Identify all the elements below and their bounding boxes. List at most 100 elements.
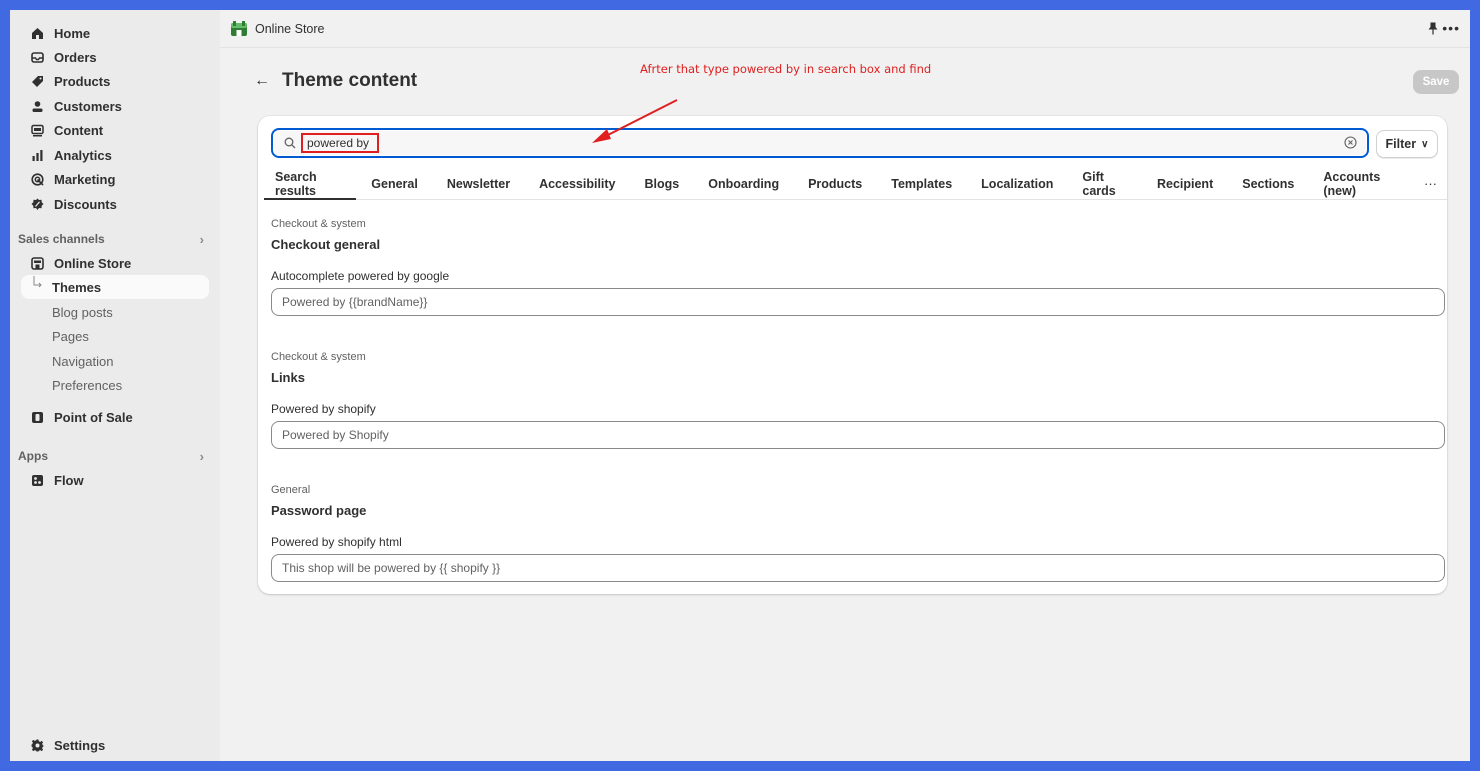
online-store-logo-icon — [231, 20, 247, 37]
result-text-field[interactable]: Powered by {{brandName}} — [271, 288, 1445, 316]
tab-accounts-new[interactable]: Accounts (new) — [1312, 168, 1410, 199]
result-group-title: Checkout general — [271, 237, 381, 252]
back-arrow-icon[interactable]: ← — [254, 72, 270, 90]
search-icon — [284, 137, 296, 152]
sidebar-item-label: Orders — [54, 49, 97, 65]
sidebar-item-label: Customers — [54, 98, 122, 114]
tab-accessibility[interactable]: Accessibility — [528, 168, 629, 199]
store-icon — [30, 256, 44, 270]
sidebar-item-pages[interactable]: Pages — [18, 324, 210, 348]
chevron-down-icon: ∨ — [1421, 138, 1429, 150]
sidebar-item-label: Marketing — [54, 171, 116, 187]
tab-recipient[interactable]: Recipient — [1146, 168, 1227, 199]
sidebar-item-home[interactable]: Home — [18, 21, 210, 45]
tab-localization[interactable]: Localization — [970, 168, 1067, 199]
save-button[interactable]: Save — [1413, 70, 1459, 94]
sidebar-item-label: Analytics — [54, 147, 112, 163]
sidebar-item-label: Flow — [54, 472, 84, 488]
page-title: Theme content — [282, 70, 418, 91]
result-text-field[interactable]: This shop will be powered by {{ shopify … — [271, 554, 1445, 582]
main-content: Online Store ••• ← Theme content Afrter … — [220, 10, 1470, 761]
app-frame: Home Orders Products Customers Content A… — [10, 10, 1470, 761]
tab-sections[interactable]: Sections — [1231, 168, 1308, 199]
sidebar-item-label: Point of Sale — [54, 409, 133, 425]
sidebar-item-label: Online Store — [54, 255, 132, 271]
sidebar-item-online-store[interactable]: Online Store — [18, 251, 210, 275]
sidebar-item-label: Discounts — [54, 196, 117, 212]
flow-icon — [30, 473, 44, 487]
tab-onboarding[interactable]: Onboarding — [697, 168, 793, 199]
tab-newsletter[interactable]: Newsletter — [436, 168, 524, 199]
tab-templates[interactable]: Templates — [880, 168, 966, 199]
discount-icon — [30, 197, 44, 211]
sidebar-item-products[interactable]: Products — [18, 69, 210, 93]
sidebar-item-label: Products — [54, 73, 111, 89]
sales-channels-label: Sales channels — [18, 232, 105, 246]
topbar: Online Store ••• — [220, 10, 1470, 48]
tab-general[interactable]: General — [360, 168, 432, 199]
sidebar-item-label: Blog posts — [52, 304, 113, 320]
result-field-value: This shop will be powered by {{ shopify … — [282, 561, 501, 575]
tab-search-results[interactable]: Search results — [264, 168, 357, 200]
more-tabs-icon[interactable]: ··· — [1414, 168, 1447, 199]
tab-products[interactable]: Products — [797, 168, 876, 199]
apps-header[interactable]: Apps › — [18, 446, 210, 466]
result-field-label: Autocomplete powered by google — [271, 269, 450, 283]
search-result-item: Checkout & system Links Powered by shopi… — [271, 351, 1445, 449]
result-group-title: Links — [271, 370, 305, 385]
sidebar-item-label: Preferences — [52, 377, 123, 393]
tag-icon — [30, 74, 44, 88]
sidebar-item-point-of-sale[interactable]: Point of Sale — [18, 405, 210, 429]
sidebar-item-label: Settings — [54, 737, 106, 753]
search-field[interactable] — [271, 128, 1369, 158]
target-icon — [30, 172, 44, 186]
tutorial-annotation-text: Afrter that type powered by in search bo… — [640, 62, 932, 76]
sidebar-item-discounts[interactable]: Discounts — [18, 192, 210, 216]
sidebar-item-blog-posts[interactable]: Blog posts — [18, 300, 210, 324]
result-text-field[interactable]: Powered by Shopify — [271, 421, 1445, 449]
page-header: ← Theme content — [254, 70, 417, 92]
sidebar-item-content[interactable]: Content — [18, 118, 210, 142]
search-result-item: General Password page Powered by shopify… — [271, 484, 1445, 582]
sidebar-item-label: Home — [54, 25, 91, 41]
result-field-label: Powered by shopify — [271, 402, 376, 416]
result-breadcrumb: Checkout & system — [271, 218, 366, 230]
sidebar-item-label: Content — [54, 122, 104, 138]
result-breadcrumb: Checkout & system — [271, 351, 366, 363]
content-tabs: Search results General Newsletter Access… — [264, 168, 1447, 200]
sidebar-item-settings[interactable]: Settings — [18, 733, 210, 757]
home-icon — [30, 26, 44, 40]
tab-gift-cards[interactable]: Gift cards — [1071, 168, 1142, 199]
sidebar-item-label: Navigation — [52, 353, 114, 369]
sales-channels-header[interactable]: Sales channels › — [18, 229, 210, 249]
sidebar-item-label: Pages — [52, 328, 89, 344]
store-name: Online Store — [255, 21, 325, 36]
chevron-right-icon: › — [199, 448, 204, 464]
result-breadcrumb: General — [271, 484, 311, 496]
sidebar-item-navigation[interactable]: Navigation — [18, 349, 210, 373]
sidebar-item-label: Themes — [52, 279, 102, 295]
filter-label: Filter — [1385, 137, 1417, 151]
sidebar-item-analytics[interactable]: Analytics — [18, 143, 210, 167]
subitem-connector-icon — [32, 276, 44, 293]
inbox-icon — [30, 50, 44, 64]
search-result-item: Checkout & system Checkout general Autoc… — [271, 218, 1445, 316]
sidebar-item-preferences[interactable]: Preferences — [18, 373, 210, 397]
sidebar-item-customers[interactable]: Customers — [18, 94, 210, 118]
more-options-icon[interactable]: ••• — [1442, 20, 1460, 36]
filter-button[interactable]: Filter ∨ — [1376, 130, 1438, 158]
sidebar-item-orders[interactable]: Orders — [18, 45, 210, 69]
person-icon — [30, 99, 44, 113]
pos-icon — [30, 410, 44, 424]
search-input[interactable] — [301, 133, 379, 153]
pin-icon[interactable] — [1428, 22, 1438, 38]
bar-chart-icon — [30, 148, 44, 162]
tab-blogs[interactable]: Blogs — [634, 168, 694, 199]
clear-search-icon[interactable] — [1344, 136, 1357, 152]
result-field-value: Powered by {{brandName}} — [282, 295, 428, 309]
sidebar-item-flow[interactable]: Flow — [18, 468, 210, 492]
gear-icon — [30, 738, 44, 752]
sidebar-item-marketing[interactable]: Marketing — [18, 167, 210, 191]
sidebar-item-themes[interactable]: Themes — [21, 275, 209, 299]
chevron-right-icon: › — [199, 231, 204, 247]
